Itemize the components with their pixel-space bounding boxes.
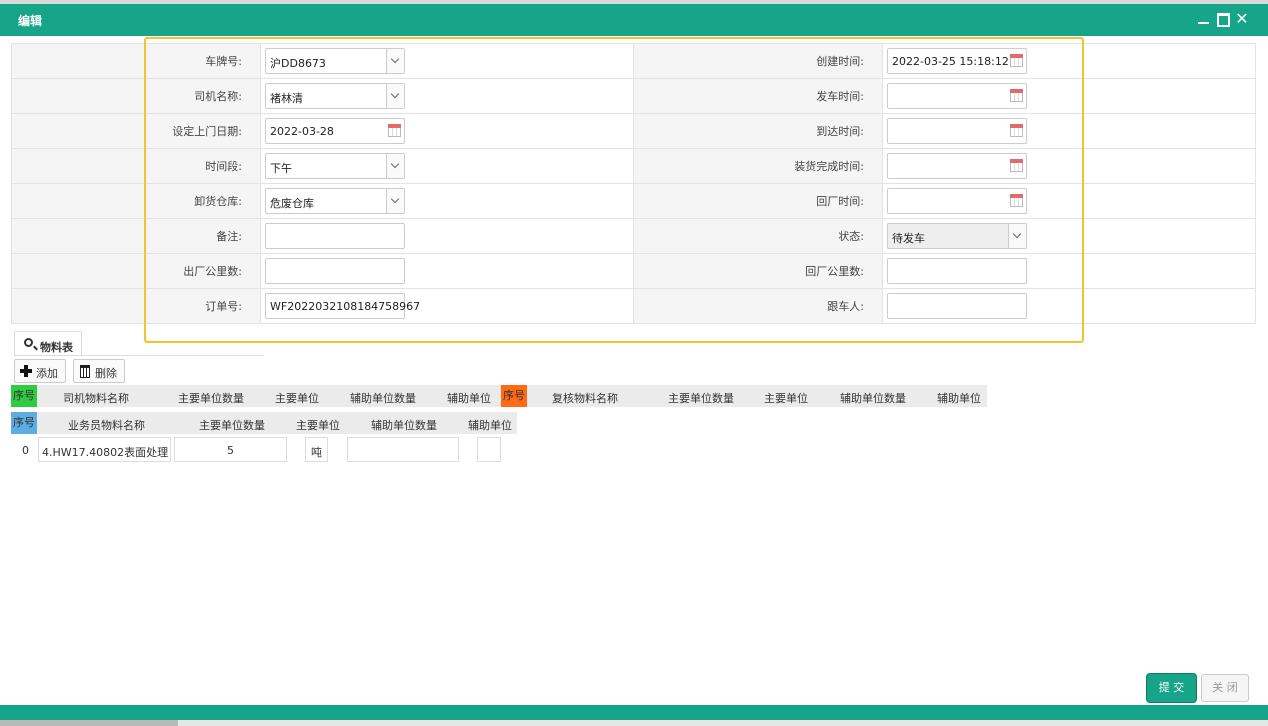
col-header: 辅助单位	[937, 392, 981, 405]
edit-form: 车牌号: 沪DD8673 创建时间: 2022-03-25 15:18:12 司…	[11, 43, 1256, 324]
col-header: 辅助单位数量	[371, 419, 437, 432]
delete-button[interactable]: 删除	[73, 359, 125, 383]
calendar-icon[interactable]	[388, 124, 401, 137]
aux-unit-input[interactable]	[477, 437, 501, 462]
calendar-icon[interactable]	[1010, 89, 1023, 102]
sales-material-header: 业务员物料名称 主要单位数量 主要单位 辅助单位数量 辅助单位	[11, 412, 517, 434]
driver-material-header: 司机物料名称 主要单位数量 主要单位 辅助单位数量 辅助单位	[11, 385, 501, 407]
order-no-input[interactable]: WF2022032108184758967	[265, 293, 420, 319]
form-row: 备注: 状态: 待发车	[11, 218, 1256, 254]
col-header: 司机物料名称	[63, 392, 129, 405]
seq-header-driver: 序号	[11, 385, 37, 407]
chevron-down-icon[interactable]	[386, 49, 404, 73]
horizontal-scrollbar[interactable]	[0, 720, 1268, 726]
return-mileage-input[interactable]	[887, 258, 1027, 284]
escort-label: 跟车人:	[633, 288, 883, 324]
loading-done-time-field[interactable]	[887, 153, 1027, 179]
status-select[interactable]: 待发车	[887, 223, 1027, 249]
aux-qty-input[interactable]	[347, 437, 459, 462]
col-header: 主要单位	[275, 392, 319, 405]
col-header: 主要单位数量	[199, 419, 265, 432]
calendar-icon[interactable]	[1010, 159, 1023, 172]
calendar-icon[interactable]	[1010, 194, 1023, 207]
scrollbar-thumb[interactable]	[0, 720, 178, 726]
tab-materials[interactable]: 物料表	[14, 331, 82, 357]
created-time-label: 创建时间:	[633, 43, 883, 79]
minimize-icon[interactable]	[1197, 12, 1211, 26]
main-qty-input[interactable]: 5	[174, 437, 287, 462]
form-row: 车牌号: 沪DD8673 创建时间: 2022-03-25 15:18:12	[11, 43, 1256, 79]
seq-header-review: 序号	[501, 385, 527, 407]
visit-date-field[interactable]: 2022-03-28	[265, 118, 405, 144]
col-header: 主要单位数量	[178, 392, 244, 405]
col-header: 辅助单位数量	[840, 392, 906, 405]
remark-label: 备注:	[145, 218, 261, 254]
tab-divider	[14, 355, 264, 356]
form-row: 出厂公里数: 回厂公里数:	[11, 253, 1256, 289]
order-no-label: 订单号:	[145, 288, 261, 324]
close-button[interactable]: 关 闭	[1201, 674, 1249, 702]
return-time-field[interactable]	[887, 188, 1027, 214]
chevron-down-icon[interactable]	[386, 189, 404, 213]
plus-icon	[20, 365, 32, 377]
driver-label: 司机名称:	[145, 78, 261, 114]
col-header: 主要单位数量	[668, 392, 734, 405]
warehouse-label: 卸货仓库:	[145, 183, 261, 219]
close-icon[interactable]: ✕	[1235, 11, 1249, 27]
warehouse-select[interactable]: 危废仓库	[265, 188, 405, 214]
col-header: 主要单位	[296, 419, 340, 432]
status-label: 状态:	[633, 218, 883, 254]
bottom-bar	[0, 705, 1268, 720]
main-unit-input[interactable]: 吨	[305, 437, 328, 462]
chevron-down-icon[interactable]	[386, 154, 404, 178]
visit-date-label: 设定上门日期:	[145, 113, 261, 149]
col-header: 复核物料名称	[552, 392, 618, 405]
return-mileage-label: 回厂公里数:	[633, 253, 883, 289]
driver-select[interactable]: 褚林清	[265, 83, 405, 109]
calendar-icon[interactable]	[1010, 54, 1023, 67]
form-row: 卸货仓库: 危废仓库 回厂时间:	[11, 183, 1256, 219]
col-header: 辅助单位数量	[350, 392, 416, 405]
loading-done-time-label: 装货完成时间:	[633, 148, 883, 184]
time-slot-select[interactable]: 下午	[265, 153, 405, 179]
col-header: 业务员物料名称	[68, 419, 145, 432]
arrival-time-label: 到达时间:	[633, 113, 883, 149]
maximize-icon[interactable]	[1216, 12, 1230, 27]
submit-button[interactable]: 提 交	[1147, 674, 1196, 702]
row-index: 0	[22, 444, 29, 457]
col-header: 辅助单位	[447, 392, 491, 405]
arrival-time-field[interactable]	[887, 118, 1027, 144]
remark-input[interactable]	[265, 223, 405, 249]
dialog-title: 编辑	[18, 14, 43, 28]
chevron-down-icon[interactable]	[386, 84, 404, 108]
plate-label: 车牌号:	[145, 43, 261, 79]
plate-select[interactable]: 沪DD8673	[265, 48, 405, 74]
calendar-icon[interactable]	[1010, 124, 1023, 137]
created-time-field[interactable]: 2022-03-25 15:18:12	[887, 48, 1027, 74]
depart-time-label: 发车时间:	[633, 78, 883, 114]
review-material-header: 复核物料名称 主要单位数量 主要单位 辅助单位数量 辅助单位	[501, 385, 987, 407]
seq-header-sales: 序号	[11, 412, 37, 434]
form-row: 设定上门日期: 2022-03-28 到达时间:	[11, 113, 1256, 149]
time-slot-label: 时间段:	[145, 148, 261, 184]
form-row: 司机名称: 褚林清 发车时间:	[11, 78, 1256, 114]
depart-time-field[interactable]	[887, 83, 1027, 109]
material-name-input[interactable]: 4.HW17.40802表面处理废物	[38, 437, 171, 462]
form-row: 订单号: WF2022032108184758967 跟车人:	[11, 288, 1256, 324]
out-mileage-label: 出厂公里数:	[145, 253, 261, 289]
out-mileage-input[interactable]	[265, 258, 405, 284]
col-header: 主要单位	[764, 392, 808, 405]
add-button[interactable]: 添加	[14, 359, 66, 383]
trash-icon	[80, 365, 90, 378]
col-header: 辅助单位	[468, 419, 512, 432]
form-row: 时间段: 下午 装货完成时间:	[11, 148, 1256, 184]
return-time-label: 回厂时间:	[633, 183, 883, 219]
dialog-titlebar: 编辑 ✕	[0, 4, 1268, 36]
chevron-down-icon[interactable]	[1008, 224, 1026, 248]
search-icon	[24, 338, 33, 347]
escort-input[interactable]	[887, 293, 1027, 319]
